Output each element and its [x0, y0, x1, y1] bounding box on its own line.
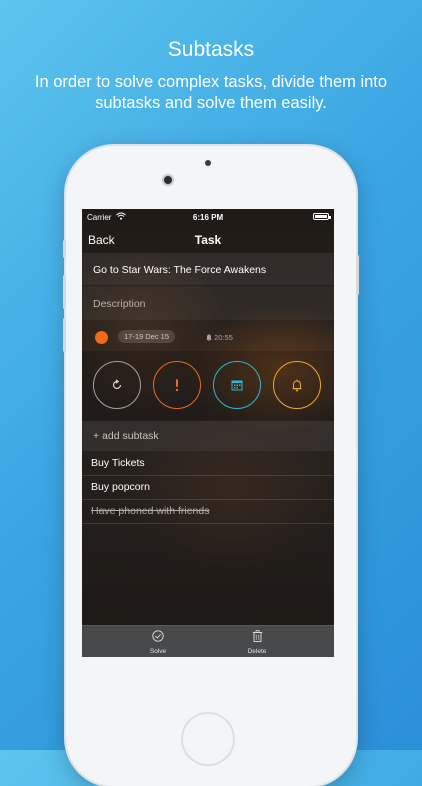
time-label: 20:55: [214, 333, 233, 342]
description-field[interactable]: Description: [82, 286, 334, 320]
battery-icon: [313, 213, 331, 220]
time-chip[interactable]: 20:55: [206, 333, 233, 342]
add-subtask-row[interactable]: + add subtask: [82, 421, 334, 451]
solve-label: Solve: [149, 648, 167, 655]
repeat-icon: [112, 379, 122, 390]
subtask-label: Buy popcorn: [91, 481, 150, 493]
subtask-item[interactable]: Buy popcorn: [82, 476, 334, 500]
priority-button[interactable]: [153, 361, 201, 409]
bell-icon: [292, 379, 302, 391]
calendar-button[interactable]: [213, 361, 261, 409]
bell-small-icon: [206, 334, 212, 341]
status-time: 6:16 PM: [192, 213, 224, 222]
delete-button[interactable]: Delete: [227, 629, 287, 655]
checkmark-circle-icon: [152, 630, 164, 642]
front-camera: [164, 176, 172, 184]
task-title-field[interactable]: Go to Star Wars: The Force Awakens: [82, 253, 334, 285]
trash-icon: [252, 630, 262, 642]
promo-title: Subtasks: [167, 38, 255, 61]
page-title: Task: [194, 233, 222, 247]
app-screen: Carrier 6:16 PM Back Task Go to Star War…: [82, 209, 334, 657]
subtask-item[interactable]: Buy Tickets: [82, 452, 334, 476]
mute-switch: [63, 240, 66, 258]
add-subtask-button[interactable]: + add subtask: [93, 430, 159, 442]
task-meta-row: 17-19 Dec 15 20:55: [82, 321, 334, 351]
power-button: [356, 255, 359, 295]
repeat-button[interactable]: [93, 361, 141, 409]
earpiece-speaker: [205, 160, 211, 166]
volume-down-button: [63, 318, 66, 352]
action-buttons-row: [82, 351, 334, 421]
home-button[interactable]: [181, 712, 235, 766]
priority-dot[interactable]: [95, 331, 108, 344]
reminder-button[interactable]: [273, 361, 321, 409]
subtask-label: Buy Tickets: [91, 457, 145, 469]
priority-icon: [175, 379, 179, 392]
subtask-item-done[interactable]: Have phoned with friends: [82, 500, 334, 524]
volume-up-button: [63, 275, 66, 309]
date-range-badge[interactable]: 17-19 Dec 15: [118, 330, 176, 343]
task-title: Go to Star Wars: The Force Awakens: [93, 264, 267, 276]
calendar-icon: [231, 380, 243, 391]
subtask-label-done: Have phoned with friends: [91, 505, 210, 517]
solve-button[interactable]: Solve: [128, 629, 188, 655]
bottom-toolbar: Solve Delete: [82, 625, 334, 657]
promo-subtitle: In order to solve complex tasks, divide …: [34, 73, 388, 112]
delete-label: Delete: [247, 648, 267, 655]
status-bar: Carrier 6:16 PM: [82, 209, 334, 225]
description-placeholder: Description: [93, 298, 146, 310]
nav-bar: Back Task: [82, 225, 334, 253]
